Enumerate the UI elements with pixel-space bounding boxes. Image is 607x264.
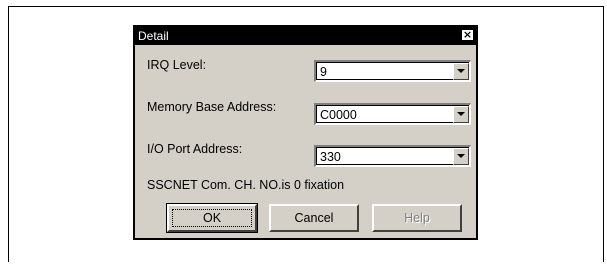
io-port-address-select[interactable]: 330 (314, 145, 471, 167)
irq-level-select[interactable]: 9 (314, 60, 471, 82)
title-bar: Detail × (135, 27, 476, 45)
help-button-label: Help (404, 211, 430, 225)
cancel-button[interactable]: Cancel (269, 204, 359, 232)
sscnet-note: SSCNET Com. CH. NO.is 0 fixation (147, 178, 345, 192)
io-port-address-value: 330 (320, 150, 341, 164)
close-icon[interactable]: × (461, 29, 474, 41)
ok-button[interactable]: OK (166, 203, 258, 233)
memory-base-address-value: C0000 (320, 108, 357, 122)
detail-dialog: Detail × IRQ Level: 9 Memory Base Addres… (133, 25, 478, 240)
memory-base-address-label: Memory Base Address: (147, 100, 277, 114)
chevron-down-icon[interactable] (453, 106, 469, 123)
chevron-down-icon[interactable] (453, 63, 469, 80)
dialog-title: Detail (138, 29, 169, 43)
help-button: Help (372, 204, 462, 232)
irq-level-value: 9 (320, 65, 327, 79)
cancel-button-label: Cancel (294, 211, 334, 225)
focus-rectangle (172, 209, 252, 227)
irq-level-label: IRQ Level: (147, 58, 207, 72)
io-port-address-label: I/O Port Address: (147, 142, 243, 156)
memory-base-address-select[interactable]: C0000 (314, 103, 471, 125)
chevron-down-icon[interactable] (453, 148, 469, 165)
